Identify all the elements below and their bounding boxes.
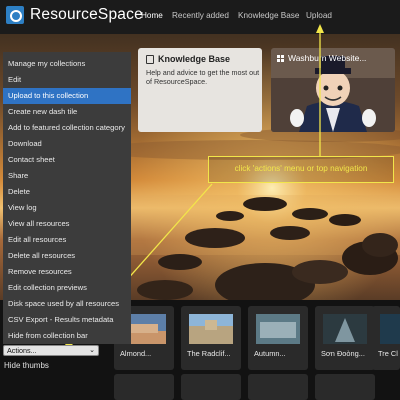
collection-thumbnail[interactable] [181,374,241,400]
thumbnail-image [189,314,233,344]
menu-item-edit-collection-previews[interactable]: Edit collection previews [3,280,131,296]
menu-item-disk-space[interactable]: Disk space used by all resources [3,296,131,312]
washburn-tile-title: Washburn Website... [277,53,366,63]
annotation-callout: click 'actions' menu or top navigation [208,156,394,183]
thumbnail-label: The Radclif... [187,349,231,358]
actions-dropdown-menu: Manage my collections Edit Upload to thi… [3,52,131,344]
menu-item-share[interactable]: Share [3,168,131,184]
menu-item-remove-resources[interactable]: Remove resources [3,264,131,280]
menu-item-create-dash-tile[interactable]: Create new dash tile [3,104,131,120]
menu-item-hide-from-bar[interactable]: Hide from collection bar [3,328,131,344]
knowledge-base-description: Help and advice to get the most out of R… [146,68,260,86]
chevron-down-icon: ⌄ [89,347,95,354]
menu-item-upload-to-collection[interactable]: Upload to this collection [3,88,131,104]
hide-thumbs-link[interactable]: Hide thumbs [4,361,49,370]
actions-select[interactable]: Actions... ⌄ [3,345,99,356]
washburn-tile-title-text: Washburn Website... [288,53,367,63]
thumbnail-image [256,314,300,344]
thumbnail-label: Autumn... [254,349,286,358]
logo-icon [6,6,24,24]
logo[interactable]: ResourceSpace [6,6,143,24]
menu-item-download[interactable]: Download [3,136,131,152]
grid-icon [277,54,284,62]
menu-item-contact-sheet[interactable]: Contact sheet [3,152,131,168]
nav-knowledge-base[interactable]: Knowledge Base [238,11,299,20]
book-icon [146,54,154,64]
menu-item-view-all-resources[interactable]: View all resources [3,216,131,232]
menu-item-csv-export[interactable]: CSV Export - Results metadata [3,312,131,328]
nav-home[interactable]: Home [141,11,163,20]
collection-thumbnail[interactable]: Tre Cl [372,306,400,370]
thumbnail-image [380,314,400,344]
thumbnail-label: Tre Cl [378,349,398,358]
thumbnail-image [323,314,367,344]
washburn-website-tile[interactable]: Washburn Website... [271,48,395,132]
collection-thumbnail[interactable] [114,374,174,400]
menu-item-add-featured-category[interactable]: Add to featured collection category [3,120,131,136]
menu-item-delete[interactable]: Delete [3,184,131,200]
logo-text: ResourceSpace [30,6,143,23]
collection-thumbnail[interactable]: Autumn... [248,306,308,370]
annotation-text: click 'actions' menu or top navigation [234,164,368,173]
nav-upload[interactable]: Upload [306,11,332,20]
collection-thumbnail[interactable] [315,374,375,400]
menu-item-edit-all-resources[interactable]: Edit all resources [3,232,131,248]
nav-recently-added[interactable]: Recently added [172,11,229,20]
collection-thumbnail[interactable]: Sơn Đoòng... [315,306,375,370]
collection-thumbnail[interactable] [248,374,308,400]
menu-item-view-log[interactable]: View log [3,200,131,216]
knowledge-base-title: Knowledge Base [146,54,230,64]
menu-item-delete-all-resources[interactable]: Delete all resources [3,248,131,264]
menu-item-manage-collections[interactable]: Manage my collections [3,56,131,72]
actions-select-value: Actions... [7,346,37,355]
knowledge-base-title-text: Knowledge Base [158,54,231,64]
knowledge-base-tile[interactable]: Knowledge Base Help and advice to get th… [138,48,262,132]
top-header: ResourceSpace Home Recently added Knowle… [0,0,400,34]
thumbnail-label: Almond... [120,349,152,358]
menu-item-edit[interactable]: Edit [3,72,131,88]
collection-thumbnail[interactable]: The Radclif... [181,306,241,370]
